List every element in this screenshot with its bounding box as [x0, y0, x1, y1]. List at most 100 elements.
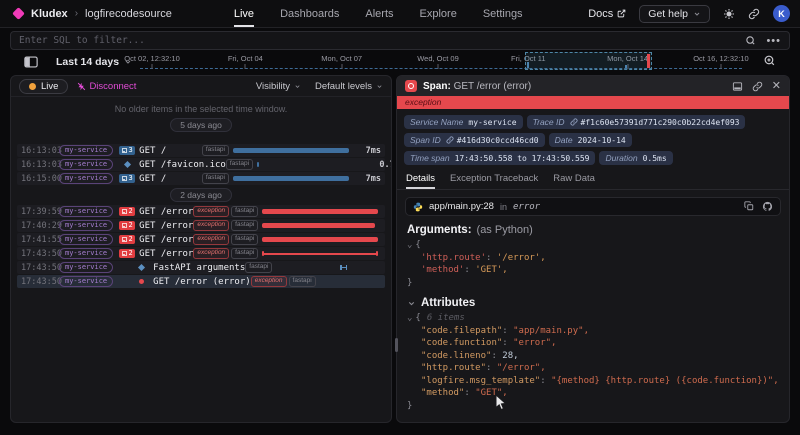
timeline-tick	[152, 64, 153, 69]
span-duration: 6ms	[378, 249, 391, 259]
github-icon[interactable]	[762, 201, 773, 212]
trace-row[interactable]: 16:13:03my-serviceGET /favicon.icofastap…	[17, 158, 385, 171]
code-line: 'method': 'GET',	[407, 264, 779, 277]
time-group-label: 5 days ago	[170, 118, 232, 132]
link-icon	[748, 8, 760, 20]
sidebar-toggle-button[interactable]	[24, 56, 38, 68]
timeline-date-label: Wed, Oct 09	[417, 54, 459, 63]
live-toggle[interactable]: Live	[19, 79, 68, 94]
time-range-dropdown[interactable]: Last 14 days	[56, 56, 132, 68]
nav-tab-live[interactable]: Live	[234, 0, 254, 27]
user-avatar[interactable]: K	[773, 5, 790, 22]
copy-icon[interactable]	[744, 201, 754, 211]
nav-tab-settings[interactable]: Settings	[483, 0, 523, 27]
collapse-icon	[122, 251, 127, 256]
meta-chip-time-span[interactable]: Time span17:43:50.558 to 17:43:50.559	[404, 151, 595, 165]
search-icon[interactable]	[745, 35, 756, 46]
tag-fastapi: fastapi	[202, 145, 229, 156]
timeline-date-label: Mon, Oct 07	[321, 54, 362, 63]
trace-row[interactable]: 17:40:29my-service2GET /errorexceptionfa…	[17, 219, 385, 232]
time-group-label: 2 days ago	[170, 188, 232, 202]
span-count-badge[interactable]: 3	[119, 146, 135, 156]
nav-tab-dashboards[interactable]: Dashboards	[280, 0, 339, 27]
chip-value: 0.5ms	[643, 154, 667, 163]
empty-window-message: No older items in the selected time wind…	[17, 104, 385, 114]
code-location-bar: app/main.py:28 in error	[405, 197, 781, 216]
span-count-badge[interactable]: 2	[119, 235, 135, 245]
panel-resize-handle[interactable]	[395, 338, 398, 352]
sidebar-icon	[24, 56, 38, 68]
detail-tab-exception-traceback[interactable]: Exception Traceback	[450, 170, 538, 189]
meta-chip-trace-id[interactable]: Trace ID#f1c60e57391d771c290c0b22cd4ef09…	[527, 115, 746, 129]
tag-exception: exception	[193, 206, 229, 217]
attributes-heading[interactable]: Attributes	[397, 293, 789, 311]
trace-row[interactable]: 17:43:50my-serviceGET /error (error)exce…	[17, 275, 385, 288]
chevron-down-icon	[294, 83, 301, 90]
lightning-off-icon	[77, 82, 86, 91]
span-name: GET /favicon.ico	[139, 160, 226, 170]
meta-chip-duration[interactable]: Duration0.5ms	[599, 151, 672, 165]
tag-exception: exception	[193, 234, 229, 245]
dock-panel-icon[interactable]	[732, 81, 743, 92]
sun-icon	[723, 8, 735, 20]
live-status-dot	[29, 83, 36, 90]
code-file-line[interactable]: app/main.py:28	[429, 201, 494, 212]
detail-tab-raw-data[interactable]: Raw Data	[553, 170, 595, 189]
more-options-button[interactable]: •••	[766, 37, 781, 45]
tag-fastapi: fastapi	[289, 276, 316, 287]
theme-toggle-button[interactable]	[723, 8, 735, 20]
code-line: "code.function": "error",	[407, 337, 779, 350]
trace-time: 16:13:03	[21, 160, 57, 170]
meta-chip-date[interactable]: Date2024-10-14	[549, 133, 632, 147]
code-line: "logfire.msg_template": "{method} {http.…	[407, 375, 779, 388]
zoom-in-button[interactable]	[763, 54, 776, 67]
gantt-lane	[257, 158, 373, 171]
breadcrumb-org[interactable]: Kludex	[31, 8, 68, 20]
visibility-dropdown[interactable]: Visibility	[256, 81, 301, 92]
close-icon[interactable]: ✕	[772, 81, 781, 91]
nav-tab-explore[interactable]: Explore	[420, 0, 457, 27]
span-count-badge[interactable]: 3	[119, 174, 135, 184]
span-diamond-icon	[124, 161, 131, 168]
chip-label: Trace ID	[533, 117, 565, 127]
disconnect-button[interactable]: Disconnect	[77, 81, 136, 92]
duration-bar	[233, 148, 349, 153]
live-view-panel: Live Disconnect Visibility Default level…	[10, 75, 392, 423]
docs-link[interactable]: Docs	[588, 8, 626, 20]
chip-value: 2024-10-14	[578, 136, 626, 145]
trace-row[interactable]: 17:41:55my-service2GET /errorexceptionfa…	[17, 233, 385, 246]
collapse-icon	[122, 148, 127, 153]
trace-time: 16:15:00	[21, 174, 57, 184]
trace-row[interactable]: 17:43:50my-service2GET /errorexceptionfa…	[17, 247, 385, 260]
service-pill: my-service	[59, 248, 113, 259]
levels-dropdown[interactable]: Default levels	[315, 81, 383, 92]
get-help-button[interactable]: Get help	[639, 5, 710, 23]
span-name: GET /error	[139, 249, 193, 259]
meta-chip-service-name[interactable]: Service Namemy-service	[404, 115, 523, 129]
nav-tab-alerts[interactable]: Alerts	[365, 0, 393, 27]
timeline[interactable]: Oct 02, 12:32:10Fri, Oct 04Mon, Oct 07We…	[140, 52, 742, 72]
service-pill: my-service	[59, 159, 113, 170]
detail-tab-details[interactable]: Details	[406, 170, 435, 189]
gantt-lane	[320, 275, 391, 288]
share-link-button[interactable]	[748, 8, 760, 20]
trace-time: 17:43:50	[21, 249, 57, 259]
meta-chip-span-id[interactable]: Span ID#416d30c0ccd46cd0	[404, 133, 545, 147]
sql-filter-input[interactable]	[19, 35, 745, 46]
copy-link-icon[interactable]	[752, 81, 763, 92]
trace-row[interactable]: 16:13:03my-service3GET /fastapi7ms	[17, 144, 385, 157]
span-count-badge[interactable]: 2	[119, 221, 135, 231]
trace-row[interactable]: 16:15:00my-service3GET /fastapi7ms	[17, 172, 385, 185]
breadcrumb-project[interactable]: logfirecodesource	[85, 8, 172, 20]
nav-tabs: Live Dashboards Alerts Explore Settings	[234, 0, 523, 27]
code-line: ⌄{	[407, 239, 779, 252]
tag-fastapi: fastapi	[231, 248, 258, 259]
span-count-badge[interactable]: 2	[119, 249, 135, 259]
trace-row[interactable]: 17:39:59my-service2GET /errorexceptionfa…	[17, 205, 385, 218]
chip-value: my-service	[468, 118, 516, 127]
service-pill: my-service	[59, 276, 113, 287]
trace-row[interactable]: 17:43:50my-serviceFastAPI argumentsfasta…	[17, 261, 385, 274]
span-duration: 0.7ms	[373, 160, 391, 170]
timeline-selection[interactable]	[525, 52, 651, 70]
span-count-badge[interactable]: 2	[119, 207, 135, 217]
